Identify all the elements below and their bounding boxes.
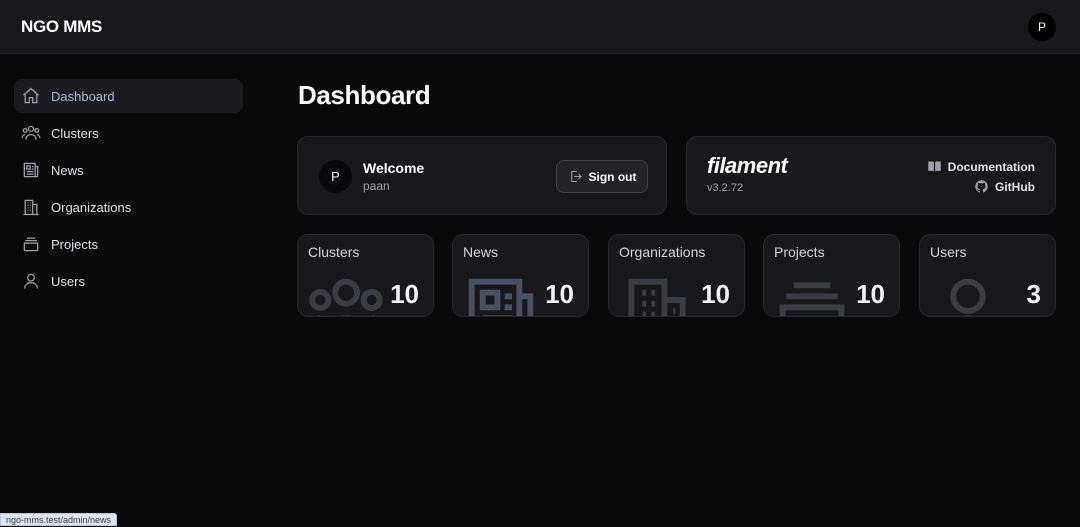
building-icon [628, 278, 686, 316]
filament-logo[interactable]: filament [707, 153, 788, 179]
github-label: GitHub [995, 179, 1035, 194]
sidebar: Dashboard Clusters News Organizations Pr… [14, 79, 243, 301]
newspaper-icon [23, 162, 39, 178]
sidebar-item-label: Users [51, 273, 85, 289]
github-link[interactable]: GitHub [974, 179, 1035, 194]
stack-icon [779, 282, 845, 316]
user-avatar[interactable]: P [1028, 12, 1056, 41]
sidebar-item-news[interactable]: News [14, 153, 243, 187]
sign-out-icon [570, 171, 582, 182]
top-bar: NGO MMS P [0, 0, 1080, 54]
stat-card-news[interactable]: News 10 [452, 234, 589, 317]
welcome-username: paan [363, 179, 390, 193]
building-icon [23, 199, 39, 216]
documentation-label: Documentation [947, 159, 1035, 174]
stat-label: Projects [774, 244, 825, 260]
welcome-widget: P Welcome paan Sign out [297, 136, 667, 215]
stack-icon [23, 237, 39, 252]
stat-value: 10 [545, 279, 574, 309]
stat-value: 10 [701, 279, 730, 309]
sidebar-item-label: News [51, 162, 84, 178]
user-icon [950, 278, 986, 316]
user-icon [24, 273, 38, 289]
status-bar-url: ngo-mms.test/admin/news [0, 513, 118, 526]
sidebar-item-users[interactable]: Users [14, 264, 243, 298]
stat-label: News [463, 244, 499, 260]
book-icon [927, 161, 941, 172]
home-icon [23, 87, 39, 104]
sidebar-item-dashboard[interactable]: Dashboard [14, 79, 243, 113]
github-icon [975, 180, 988, 193]
sidebar-item-label: Clusters [51, 125, 99, 141]
stat-label: Clusters [308, 244, 360, 260]
app-title[interactable]: NGO MMS [21, 17, 102, 37]
stat-label: Organizations [619, 244, 706, 260]
stat-card-clusters[interactable]: Clusters 10 [297, 234, 434, 317]
stat-card-organizations[interactable]: Organizations 10 [608, 234, 745, 317]
stat-value: 10 [856, 279, 885, 309]
sidebar-item-label: Dashboard [51, 88, 115, 104]
stat-label: Users [930, 244, 967, 260]
sign-out-button[interactable]: Sign out [556, 160, 648, 193]
sidebar-item-projects[interactable]: Projects [14, 227, 243, 261]
user-group-icon [21, 125, 41, 140]
newspaper-icon [468, 278, 534, 316]
sidebar-item-clusters[interactable]: Clusters [14, 116, 243, 150]
stat-card-projects[interactable]: Projects 10 [763, 234, 900, 317]
filament-info-widget: filament v3.2.72 Documentation GitHub [686, 136, 1056, 215]
stat-card-users[interactable]: Users 3 [919, 234, 1056, 317]
user-group-icon [309, 278, 383, 316]
documentation-link[interactable]: Documentation [927, 159, 1035, 174]
stat-value: 3 [1026, 279, 1041, 309]
sidebar-item-label: Organizations [51, 199, 132, 215]
page-title: Dashboard [298, 80, 431, 110]
stat-value: 10 [390, 279, 419, 309]
sign-out-label: Sign out [588, 169, 637, 184]
avatar: P [319, 160, 352, 193]
sidebar-item-label: Projects [51, 236, 98, 252]
welcome-title: Welcome [363, 160, 425, 176]
filament-version: v3.2.72 [707, 182, 744, 194]
sidebar-item-organizations[interactable]: Organizations [14, 190, 243, 224]
